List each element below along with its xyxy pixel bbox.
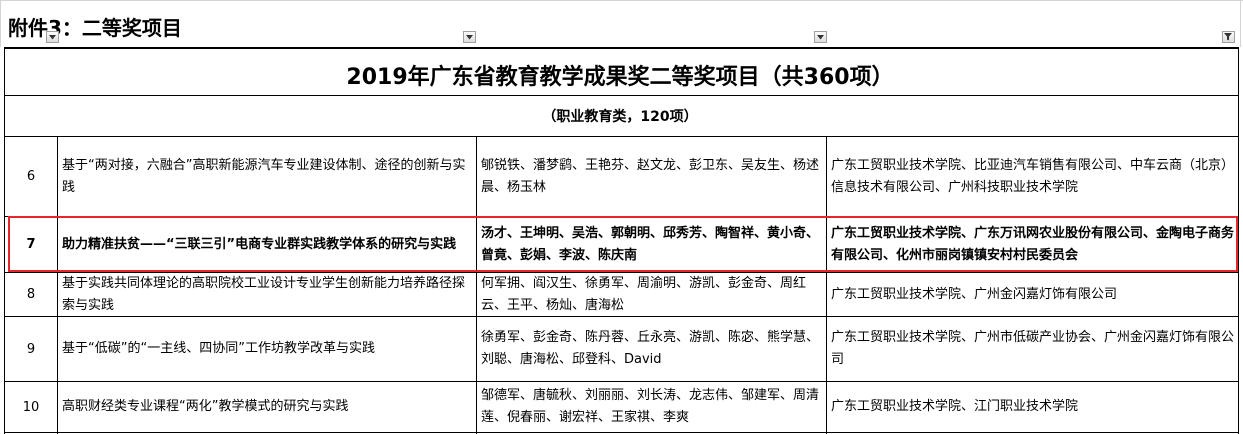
- row-number: 8: [26, 287, 36, 302]
- members-cell[interactable]: 郇锐铁、潘梦鹞、王艳芬、赵文龙、彭卫东、吴友生、杨述晨、杨玉林: [477, 137, 826, 216]
- row-number: 6: [26, 169, 36, 184]
- gridline: [0, 0, 1243, 1]
- project-name: 基于“两对接，六融合”高职新能源汽车专业建设体制、途径的创新与实践: [62, 157, 466, 195]
- table-subtitle: （职业教育类，120项）: [542, 109, 698, 125]
- table-border-right: [1238, 47, 1239, 434]
- members: 何军拥、阎汉生、徐勇军、周渝明、游凯、彭金奇、周红云、王平、杨灿、唐海松: [481, 275, 807, 313]
- units: 广东工贸职业技术学院、比亚迪汽车销售有限公司、中车云商（北京）信息技术有限公司、…: [831, 157, 1235, 195]
- project-name: 助力精准扶贫——“三联三引”电商专业群实践教学体系的研究与实践: [62, 236, 457, 252]
- table-title: 2019年广东省教育教学成果奖二等奖项目（共360项）: [346, 65, 894, 90]
- filter-dropdown-icon[interactable]: [463, 31, 476, 43]
- members: 汤才、王坤明、吴浩、郭朝明、邱秀芳、陶智祥、黄小奇、曾竟、彭娟、李波、陈庆南: [481, 225, 820, 263]
- units-cell[interactable]: 广东工贸职业技术学院、广州金闪嘉灯饰有限公司: [827, 273, 1238, 316]
- units-cell[interactable]: 广东工贸职业技术学院、江门职业技术学院: [827, 382, 1238, 432]
- gridline: [0, 0, 1, 47]
- row-line: [4, 432, 1239, 433]
- units: 广东工贸职业技术学院、广州市低碳产业协会、广州金闪嘉灯饰有限公司: [831, 330, 1235, 367]
- members: 邹德军、唐毓秋、刘丽丽、刘长涛、龙志伟、邹建军、周清莲、倪春丽、谢宏祥、王家祺、…: [481, 388, 820, 425]
- members-cell[interactable]: 何军拥、阎汉生、徐勇军、周渝明、游凯、彭金奇、周红云、王平、杨灿、唐海松: [477, 273, 826, 316]
- project-name: 基于“低碳”的“一主线、四协同”工作坊教学改革与实践: [62, 341, 375, 356]
- filter-active-icon[interactable]: [1222, 31, 1235, 43]
- members: 徐勇军、彭金奇、陈丹蓉、丘永亮、游凯、陈宓、熊学慧、刘聪、唐海松、邱登科、Dav…: [481, 330, 820, 367]
- project-name: 高职财经类专业课程“两化”教学模式的研究与实践: [62, 399, 349, 414]
- row-number: 10: [22, 399, 40, 415]
- members-cell[interactable]: 徐勇军、彭金奇、陈丹蓉、丘永亮、游凯、陈宓、熊学慧、刘聪、唐海松、邱登科、Dav…: [477, 317, 826, 381]
- project-name-cell[interactable]: 基于实践共同体理论的高职院校工业设计专业学生创新能力培养路径探索与实践: [58, 273, 476, 316]
- units: 广东工贸职业技术学院、广州金闪嘉灯饰有限公司: [831, 286, 1118, 302]
- units-cell[interactable]: 广东工贸职业技术学院、广州市低碳产业协会、广州金闪嘉灯饰有限公司: [827, 317, 1238, 381]
- filter-dropdown-icon[interactable]: [46, 31, 59, 43]
- row-number: 7: [26, 237, 36, 252]
- units: 广东工贸职业技术学院、广东万讯网农业股份有限公司、金陶电子商务有限公司、化州市丽…: [831, 225, 1235, 263]
- table-border-top: [4, 47, 1239, 49]
- project-name-cell[interactable]: 高职财经类专业课程“两化”教学模式的研究与实践: [58, 382, 476, 432]
- project-name-cell[interactable]: 基于“低碳”的“一主线、四协同”工作坊教学改革与实践: [58, 317, 476, 381]
- project-name-cell[interactable]: 基于“两对接，六融合”高职新能源汽车专业建设体制、途径的创新与实践: [58, 137, 476, 216]
- units-cell[interactable]: 广东工贸职业技术学院、比亚迪汽车销售有限公司、中车云商（北京）信息技术有限公司、…: [827, 137, 1238, 216]
- project-name-cell[interactable]: 助力精准扶贫——“三联三引”电商专业群实践教学体系的研究与实践: [58, 217, 476, 272]
- units: 广东工贸职业技术学院、江门职业技术学院: [831, 399, 1079, 414]
- sheet-header-title: 附件3：二等奖项目: [8, 16, 182, 40]
- members: 郇锐铁、潘梦鹞、王艳芬、赵文龙、彭卫东、吴友生、杨述晨、杨玉林: [481, 157, 820, 195]
- units-cell[interactable]: 广东工贸职业技术学院、广东万讯网农业股份有限公司、金陶电子商务有限公司、化州市丽…: [827, 217, 1238, 272]
- spreadsheet: 附件3：二等奖项目 2019年广东省教育教学成果奖二等奖项目（共360项） （职…: [0, 0, 1243, 434]
- row-number: 9: [26, 341, 36, 357]
- filter-dropdown-icon[interactable]: [814, 31, 827, 43]
- project-name: 基于实践共同体理论的高职院校工业设计专业学生创新能力培养路径探索与实践: [62, 275, 466, 313]
- gridline: [1240, 0, 1241, 47]
- members-cell[interactable]: 汤才、王坤明、吴浩、郭朝明、邱秀芳、陶智祥、黄小奇、曾竟、彭娟、李波、陈庆南: [477, 217, 826, 272]
- members-cell[interactable]: 邹德军、唐毓秋、刘丽丽、刘长涛、龙志伟、邹建军、周清莲、倪春丽、谢宏祥、王家祺、…: [477, 382, 826, 432]
